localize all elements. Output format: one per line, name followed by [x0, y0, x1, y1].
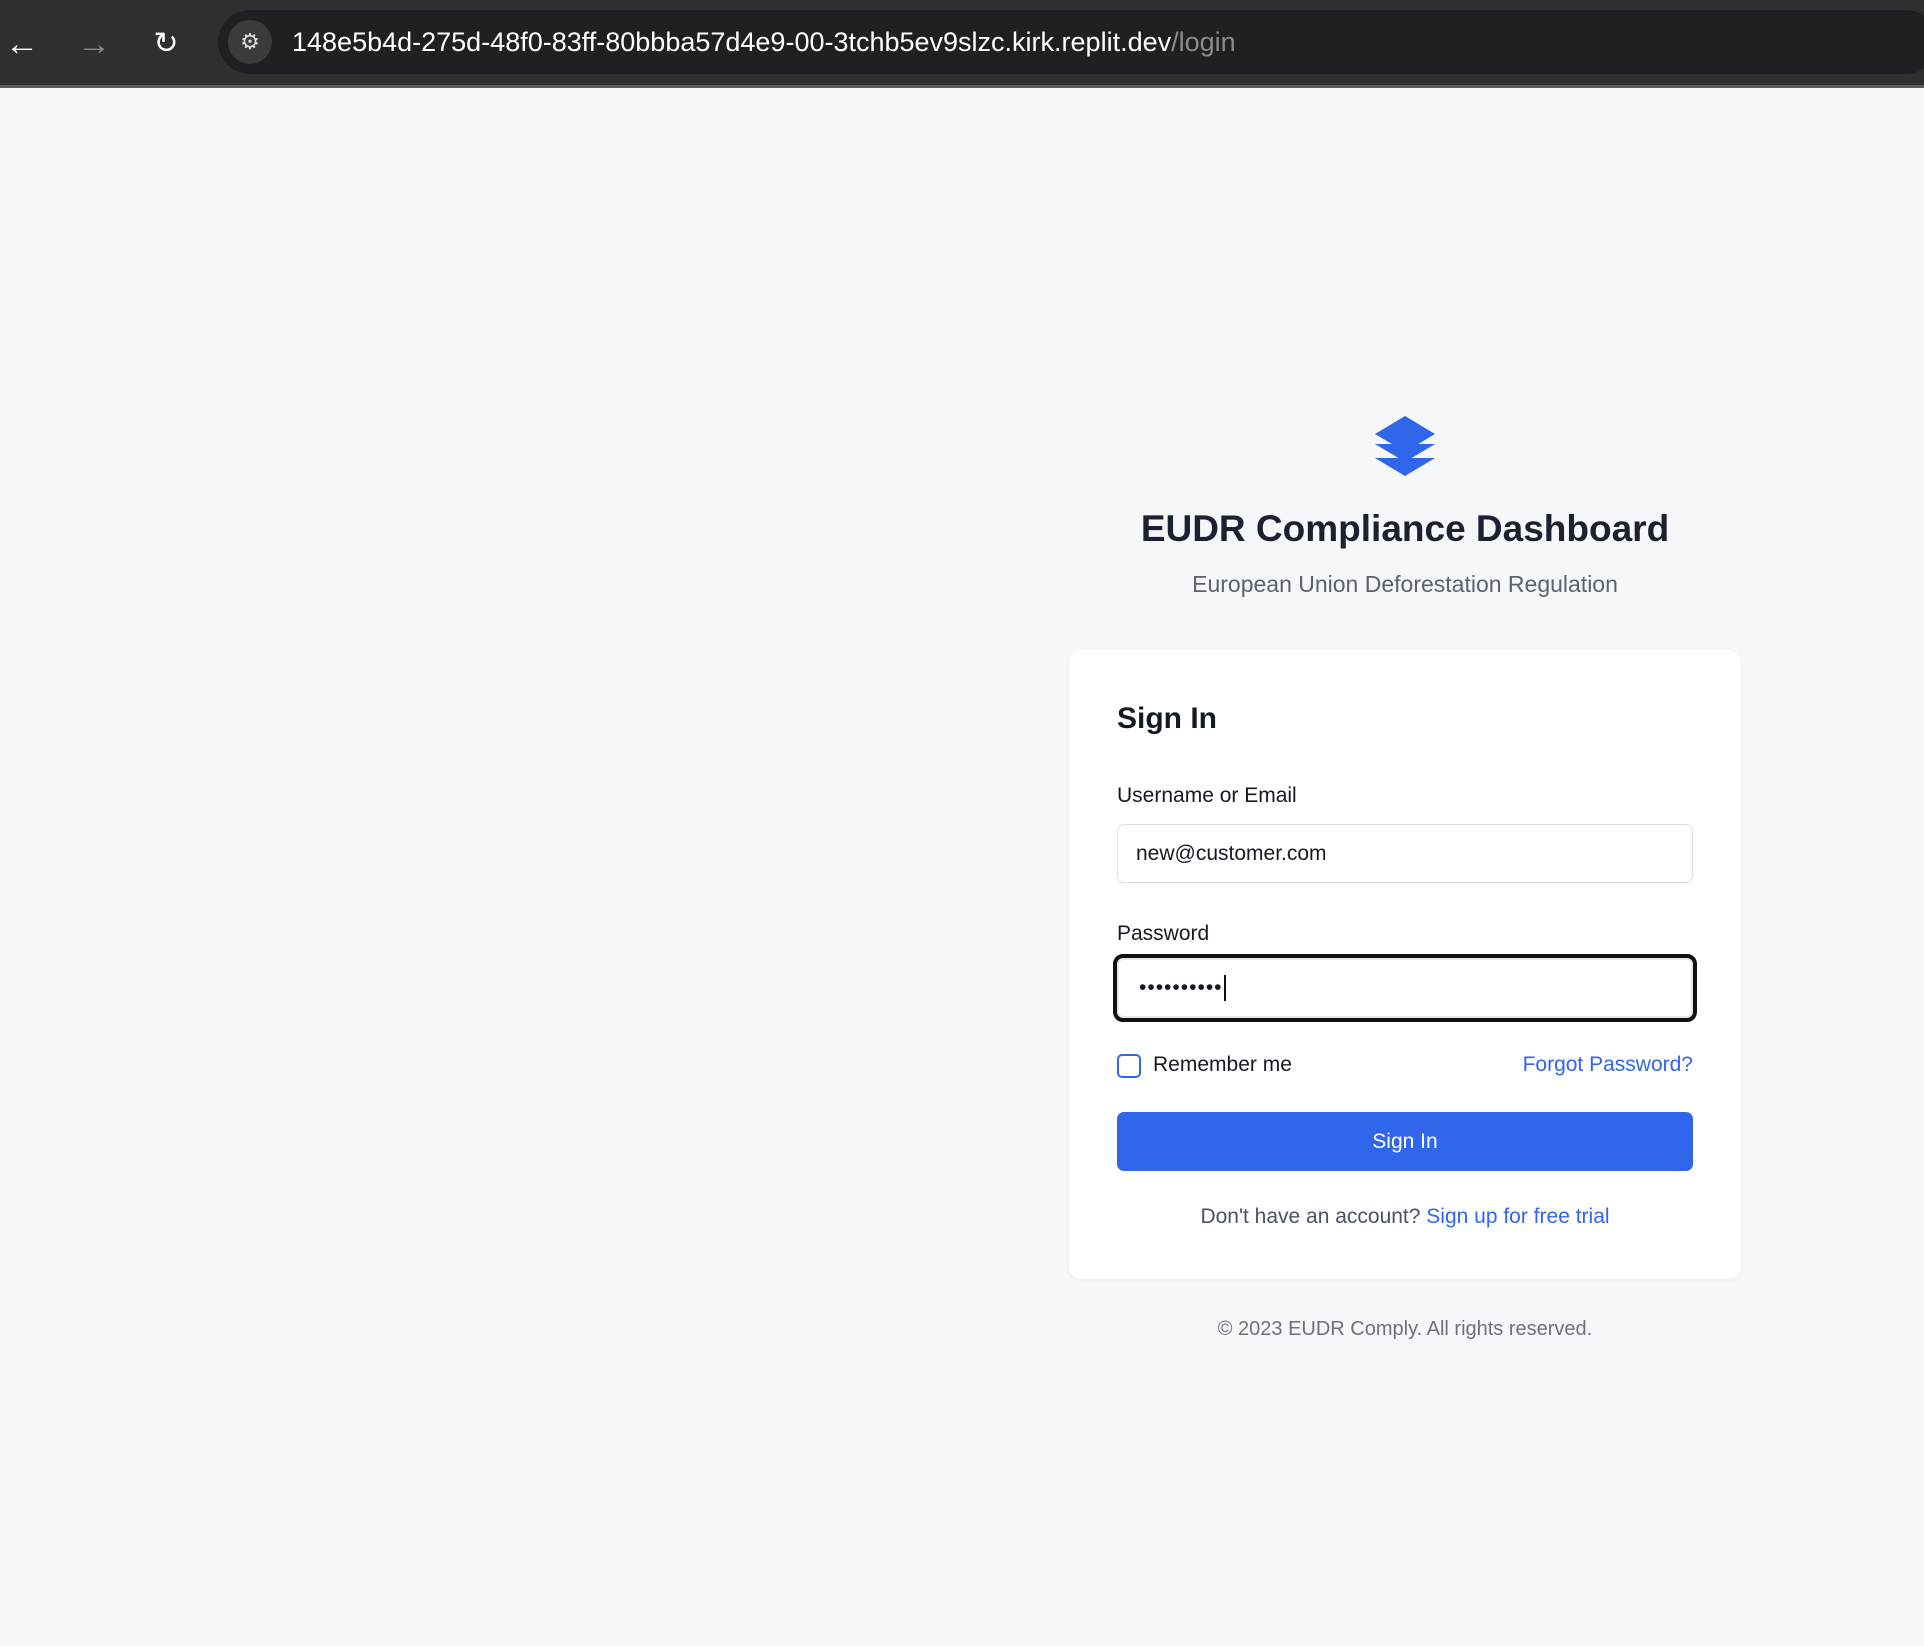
text-caret — [1223, 975, 1226, 1002]
layers-logo-icon — [1375, 416, 1435, 481]
password-label: Password — [1117, 922, 1210, 945]
sign-in-button[interactable]: Sign In — [1117, 1112, 1693, 1171]
sign-in-card: Sign In Username or Email new@customer.c… — [1069, 650, 1741, 1279]
address-bar[interactable]: ⚙ 148e5b4d-275d-48f0-83ff-80bbba57d4e9-0… — [218, 10, 1924, 74]
back-button[interactable]: ← — [2, 24, 42, 64]
site-settings-icon[interactable]: ⚙ — [228, 20, 272, 64]
remember-me-checkbox[interactable] — [1117, 1054, 1141, 1078]
footer-copyright: © 2023 EUDR Comply. All rights reserved. — [1217, 1318, 1593, 1340]
url-text[interactable]: 148e5b4d-275d-48f0-83ff-80bbba57d4e9-00-… — [292, 10, 1236, 74]
remember-me-label[interactable]: Remember me — [1153, 1053, 1292, 1077]
password-input[interactable]: •••••••••• — [1113, 954, 1697, 1022]
username-value: new@customer.com — [1136, 842, 1327, 865]
username-input[interactable]: new@customer.com — [1117, 824, 1693, 883]
password-value: •••••••••• — [1139, 976, 1223, 999]
signup-link[interactable]: Sign up for free trial — [1426, 1205, 1609, 1228]
sign-in-heading: Sign In — [1117, 702, 1217, 735]
forward-button[interactable]: → — [74, 24, 114, 64]
reload-button[interactable]: ↻ — [146, 24, 186, 64]
url-host: 148e5b4d-275d-48f0-83ff-80bbba57d4e9-00-… — [292, 27, 1172, 57]
url-path: /login — [1171, 27, 1236, 57]
username-label: Username or Email — [1117, 784, 1297, 807]
forgot-password-link[interactable]: Forgot Password? — [1523, 1053, 1693, 1077]
browser-toolbar: ← → ↻ ⚙ 148e5b4d-275d-48f0-83ff-80bbba57… — [0, 0, 1924, 88]
app-title: EUDR Compliance Dashboard — [1140, 508, 1670, 549]
app-subtitle: European Union Deforestation Regulation — [1192, 571, 1618, 597]
signup-prompt: Don't have an account? Sign up for free … — [1069, 1205, 1741, 1229]
signup-prompt-text: Don't have an account? — [1200, 1205, 1421, 1228]
